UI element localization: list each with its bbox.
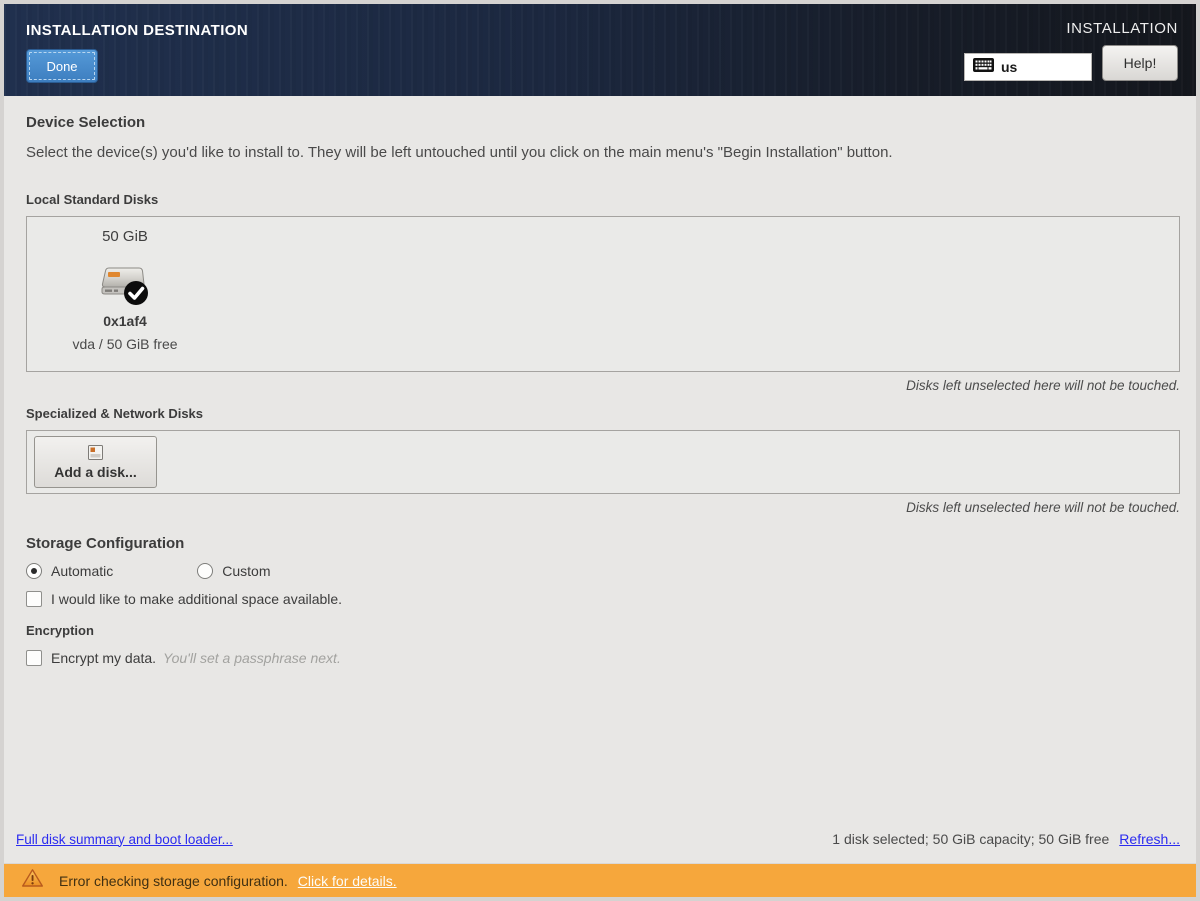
header-right: INSTALLATION us Help!: [964, 18, 1178, 96]
additional-space-option[interactable]: I would like to make additional space av…: [26, 591, 1180, 607]
disk-tile-vda[interactable]: 50 GiB 0x1af4 vd: [39, 217, 211, 352]
installation-category-label: INSTALLATION: [1066, 20, 1178, 37]
disk-selection-status: 1 disk selected; 50 GiB capacity; 50 GiB…: [832, 831, 1109, 847]
footer-status: 1 disk selected; 50 GiB capacity; 50 GiB…: [832, 831, 1180, 847]
disk-details: vda / 50 GiB free: [72, 336, 177, 352]
warning-icon: [21, 868, 44, 893]
add-disk-icon: [87, 444, 104, 461]
specialized-disks-note: Disks left unselected here will not be t…: [26, 500, 1180, 515]
help-button[interactable]: Help!: [1102, 45, 1178, 81]
warning-details-link[interactable]: Click for details.: [298, 873, 397, 889]
additional-space-checkbox[interactable]: [26, 591, 42, 607]
specialized-disks-box: Add a disk...: [26, 430, 1180, 494]
radio-custom[interactable]: Custom: [197, 563, 270, 579]
keyboard-layout-indicator[interactable]: us: [964, 53, 1092, 81]
local-disks-note: Disks left unselected here will not be t…: [26, 378, 1180, 393]
add-disk-label: Add a disk...: [54, 464, 136, 480]
radio-custom-label: Custom: [222, 563, 270, 579]
disk-size: 50 GiB: [102, 228, 148, 245]
encryption-label: Encryption: [26, 623, 1180, 638]
disk-name: 0x1af4: [103, 313, 147, 329]
specialized-disks-label: Specialized & Network Disks: [26, 406, 1180, 421]
device-selection-heading: Device Selection: [26, 114, 1180, 131]
radio-automatic-control[interactable]: [26, 563, 42, 579]
footer-bar: Full disk summary and boot loader... 1 d…: [16, 831, 1180, 863]
refresh-link[interactable]: Refresh...: [1119, 831, 1180, 847]
partitioning-options: Automatic Custom: [26, 563, 1180, 579]
radio-custom-control[interactable]: [197, 563, 213, 579]
storage-configuration-heading: Storage Configuration: [26, 535, 1180, 552]
device-selection-description: Select the device(s) you'd like to insta…: [26, 144, 1180, 161]
header-left: INSTALLATION DESTINATION Done: [26, 18, 248, 96]
add-disk-button[interactable]: Add a disk...: [34, 436, 157, 488]
main-content: Device Selection Select the device(s) yo…: [4, 96, 1196, 863]
radio-automatic[interactable]: Automatic: [26, 563, 113, 579]
keyboard-layout-value: us: [1001, 59, 1017, 75]
additional-space-label: I would like to make additional space av…: [51, 591, 342, 607]
error-warning-bar[interactable]: Error checking storage configuration. Cl…: [4, 863, 1196, 897]
local-disks-label: Local Standard Disks: [26, 192, 1180, 207]
radio-automatic-label: Automatic: [51, 563, 113, 579]
encrypt-label: Encrypt my data.: [51, 650, 156, 666]
encrypt-hint: You'll set a passphrase next.: [163, 650, 341, 666]
local-disks-box: 50 GiB 0x1af4 vd: [26, 216, 1180, 372]
encrypt-option[interactable]: Encrypt my data. You'll set a passphrase…: [26, 650, 1180, 666]
full-disk-summary-link[interactable]: Full disk summary and boot loader...: [16, 832, 233, 847]
header-bar: INSTALLATION DESTINATION Done INSTALLATI…: [4, 4, 1196, 96]
keyboard-icon: [973, 58, 994, 77]
warning-message: Error checking storage configuration.: [59, 873, 288, 889]
hard-drive-icon: [99, 262, 151, 310]
page-title: INSTALLATION DESTINATION: [26, 22, 248, 39]
encrypt-checkbox[interactable]: [26, 650, 42, 666]
done-button[interactable]: Done: [26, 49, 98, 83]
